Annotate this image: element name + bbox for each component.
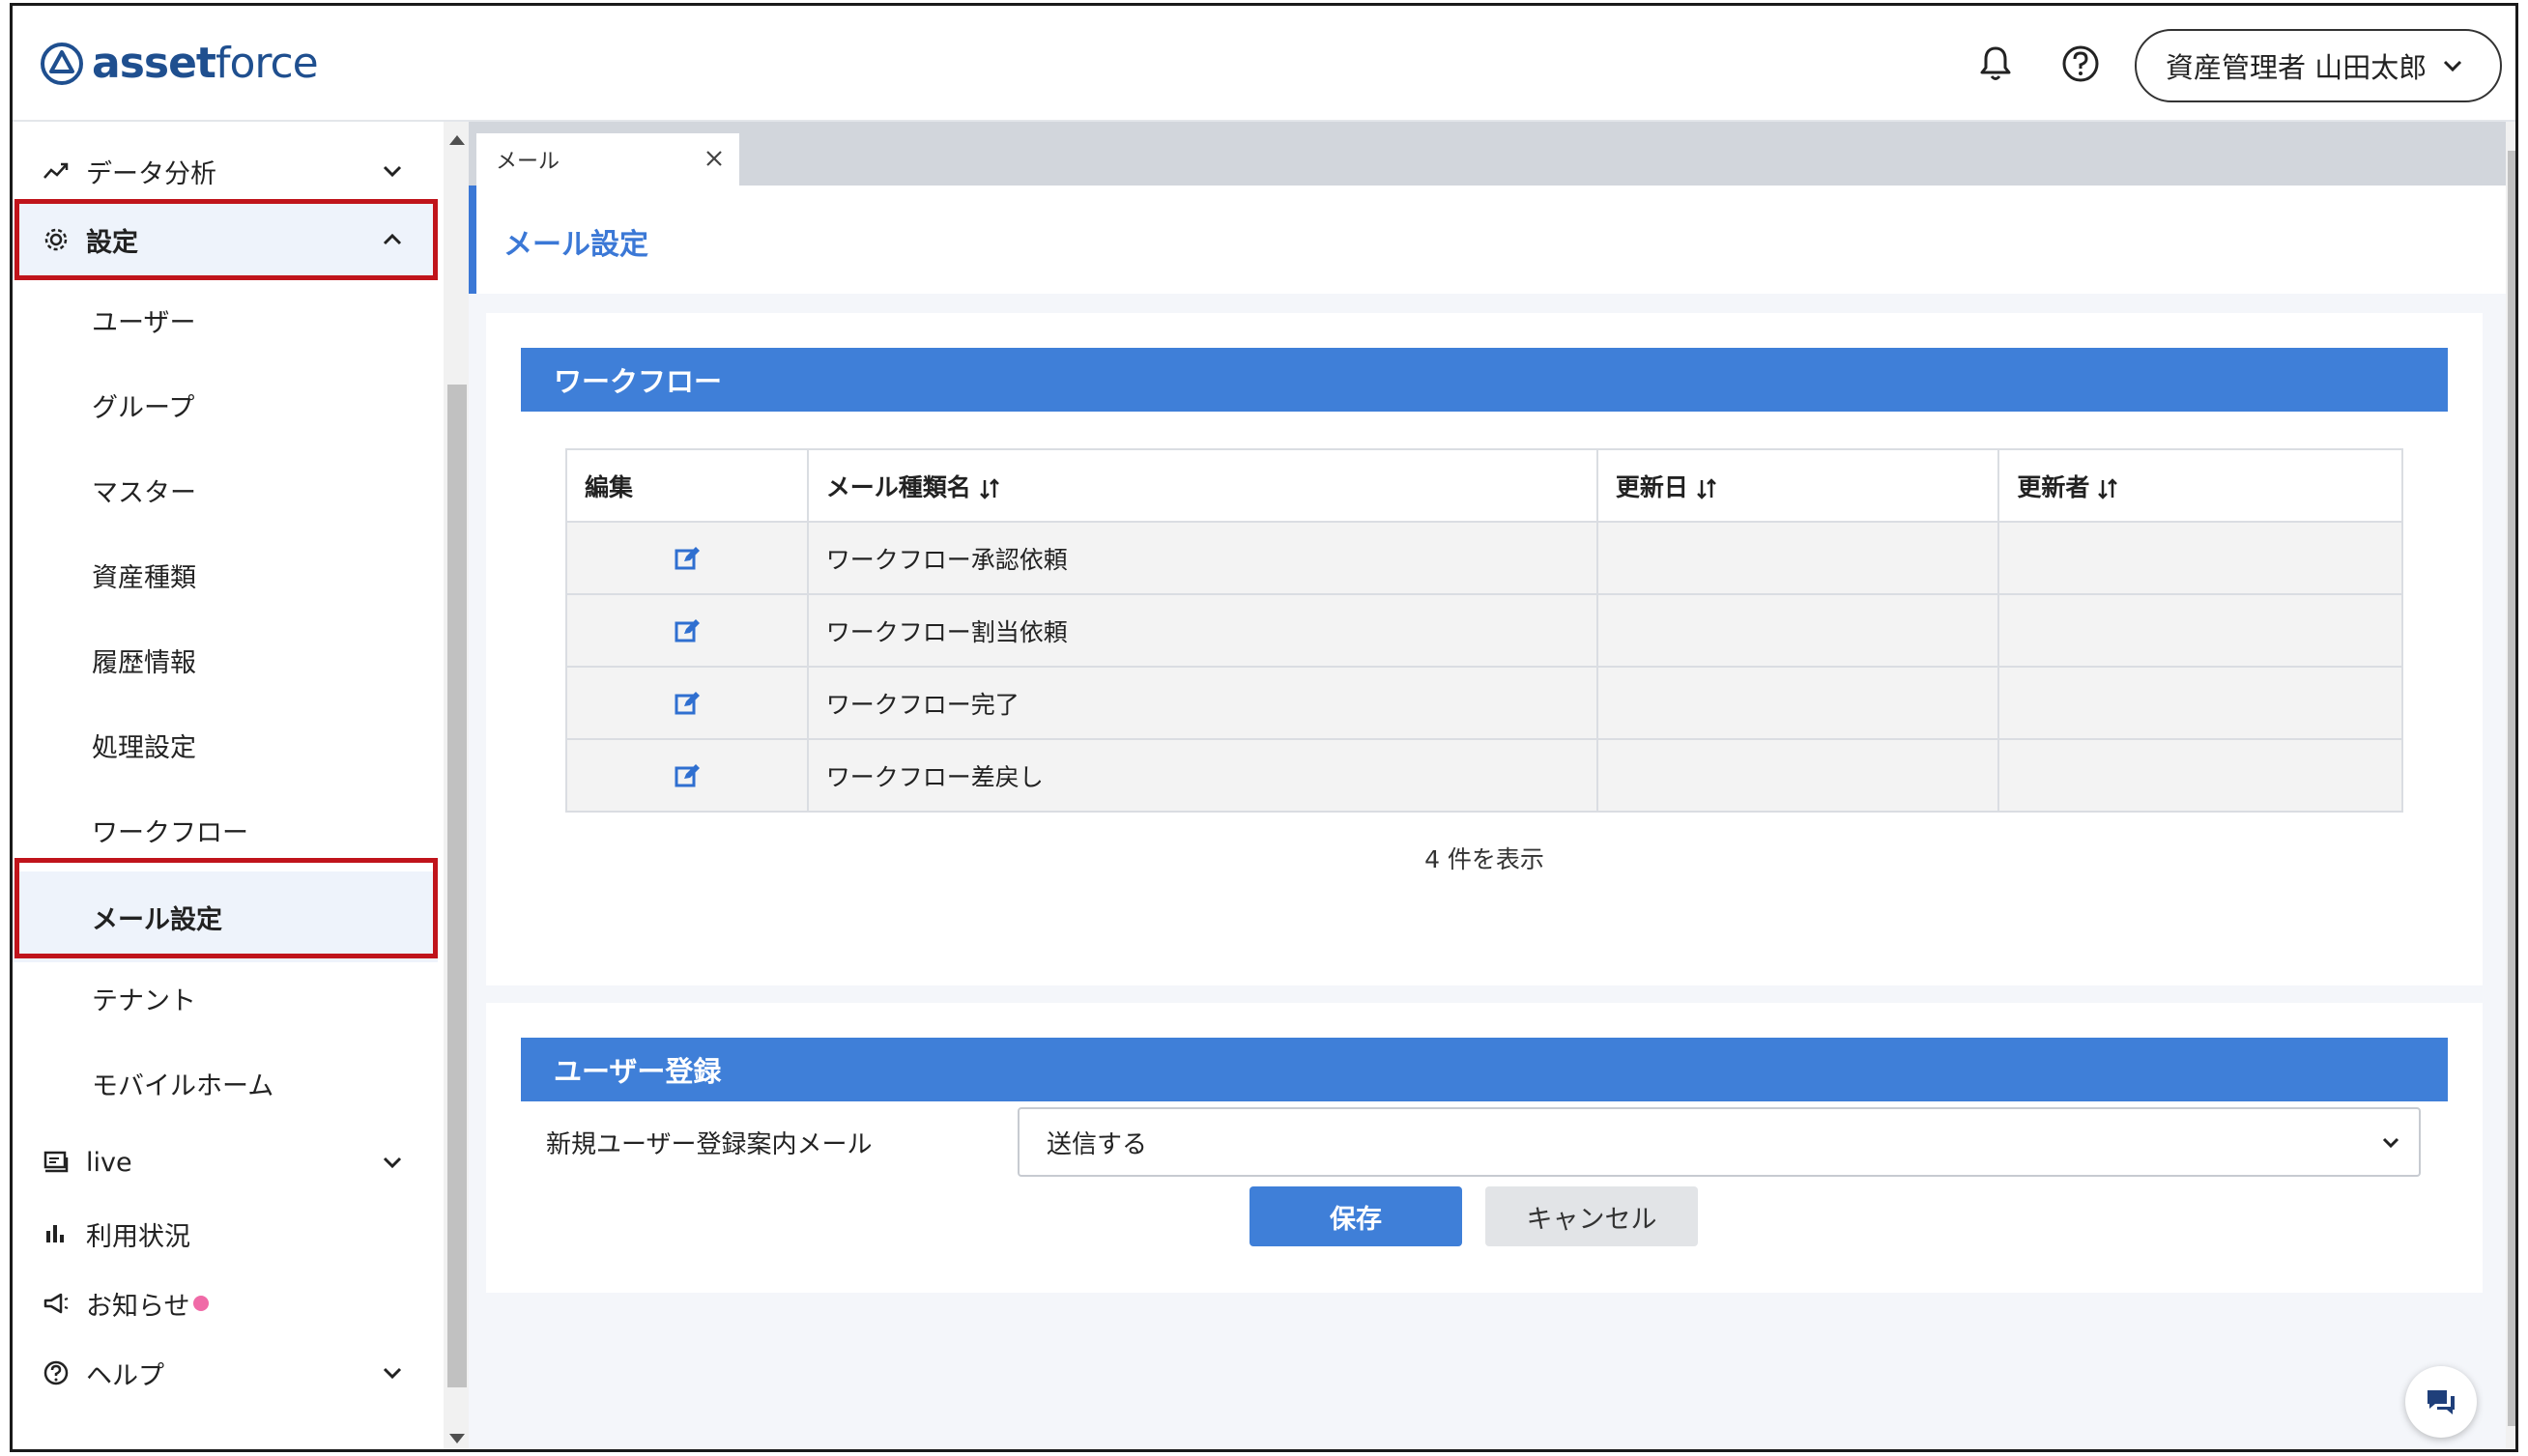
sidebar-item-data-analysis[interactable]: データ分析 bbox=[13, 141, 438, 201]
chevron-down-icon bbox=[383, 1156, 402, 1169]
edit-cell[interactable] bbox=[565, 738, 809, 813]
scroll-down-arrow-icon[interactable] bbox=[449, 1434, 465, 1443]
updated-date bbox=[1595, 666, 2000, 740]
col-updater[interactable]: 更新者 bbox=[1997, 448, 2403, 523]
mail-type-name: ワークフロー完了 bbox=[806, 666, 1598, 740]
updater bbox=[1997, 738, 2403, 813]
highlight-box-mail-settings bbox=[14, 858, 438, 958]
new-user-mail-select[interactable]: 送信する bbox=[1018, 1107, 2421, 1177]
select-value: 送信する bbox=[1047, 1129, 1148, 1159]
table-header-row: 編集 メール種類名 更新日 更新者 bbox=[565, 448, 2403, 523]
chevron-down-icon bbox=[2382, 1137, 2399, 1149]
updated-date bbox=[1595, 593, 2000, 668]
user-registration-card: ユーザー登録 新規ユーザー登録案内メール 送信する 保存 キャンセル bbox=[486, 1003, 2483, 1293]
sidebar-subitem-mobile-home[interactable]: モバイルホーム bbox=[13, 1049, 438, 1117]
edit-cell[interactable] bbox=[565, 666, 809, 740]
chat-icon bbox=[2427, 1390, 2455, 1414]
sidebar-item-label: ヘルプ bbox=[86, 1360, 164, 1391]
sort-icon[interactable] bbox=[2095, 476, 2120, 501]
user-menu-button[interactable]: 資産管理者 山田太郎 bbox=[2135, 29, 2502, 102]
table-row: ワークフロー完了 bbox=[565, 666, 2403, 740]
sidebar: データ分析 設定 ユーザー グループ マスター 資産種類 履歴情報 処理設定 ワ… bbox=[13, 122, 438, 1449]
sidebar-subitem-history[interactable]: 履歴情報 bbox=[13, 626, 438, 694]
user-registration-heading: ユーザー登録 bbox=[521, 1038, 2448, 1101]
updater bbox=[1997, 593, 2403, 668]
logo[interactable]: assetforce bbox=[40, 39, 319, 88]
sort-icon[interactable] bbox=[1694, 476, 1719, 501]
sidebar-scrollbar-thumb[interactable] bbox=[447, 385, 467, 1387]
record-count: 4 件を表示 bbox=[1424, 845, 1544, 873]
edit-icon[interactable] bbox=[673, 761, 702, 790]
edit-cell[interactable] bbox=[565, 521, 809, 595]
close-icon[interactable] bbox=[703, 147, 726, 170]
chevron-down-icon bbox=[383, 165, 402, 178]
new-user-mail-label: 新規ユーザー登録案内メール bbox=[546, 1130, 873, 1159]
col-mail-type[interactable]: メール種類名 bbox=[806, 448, 1598, 523]
help-icon[interactable] bbox=[2059, 43, 2102, 85]
sort-icon[interactable] bbox=[977, 476, 1002, 501]
updater bbox=[1997, 521, 2403, 595]
highlight-box-settings bbox=[14, 199, 438, 280]
sidebar-subitem-workflow[interactable]: ワークフロー bbox=[13, 796, 438, 864]
edit-icon[interactable] bbox=[673, 689, 702, 718]
workflow-mail-table: 編集 メール種類名 更新日 更新者 ワークフロー承認依頼 ワークフロー割当依頼 … bbox=[565, 448, 2403, 813]
user-name: 資産管理者 山田太郎 bbox=[2166, 51, 2427, 84]
updated-date bbox=[1595, 521, 2000, 595]
chart-line-icon bbox=[43, 162, 69, 179]
chevron-down-icon bbox=[383, 1367, 402, 1380]
table-row: ワークフロー割当依頼 bbox=[565, 593, 2403, 668]
updated-date bbox=[1595, 738, 2000, 813]
mail-type-name: ワークフロー承認依頼 bbox=[806, 521, 1598, 595]
sidebar-item-label: 利用状況 bbox=[86, 1221, 190, 1252]
sidebar-item-usage[interactable]: 利用状況 bbox=[13, 1202, 438, 1266]
tab-bar: メール bbox=[469, 122, 2506, 186]
notification-dot bbox=[193, 1296, 210, 1311]
megaphone-icon bbox=[43, 1293, 69, 1314]
table-row: ワークフロー承認依頼 bbox=[565, 521, 2403, 595]
sidebar-item-live[interactable]: live bbox=[13, 1130, 438, 1194]
main-content: メール メール設定 ワークフロー 編集 メール種類名 更新日 更新者 ワークフロ… bbox=[469, 122, 2506, 1449]
live-icon bbox=[43, 1151, 69, 1173]
scroll-up-arrow-icon[interactable] bbox=[449, 135, 465, 145]
sidebar-item-notices[interactable]: お知らせ bbox=[13, 1271, 438, 1335]
tab-label: メール bbox=[496, 150, 560, 174]
sidebar-subitem-groups[interactable]: グループ bbox=[13, 371, 438, 439]
app-header: assetforce 資産管理者 山田太郎 bbox=[13, 6, 2515, 122]
chat-button[interactable] bbox=[2405, 1366, 2477, 1438]
col-updated-date[interactable]: 更新日 bbox=[1595, 448, 2000, 523]
page-title: メール設定 bbox=[503, 228, 648, 262]
chevron-down-icon bbox=[2444, 60, 2462, 72]
asset-force-logo-icon bbox=[41, 42, 83, 85]
table-row: ワークフロー差戻し bbox=[565, 738, 2403, 813]
help-circle-icon bbox=[43, 1360, 69, 1385]
cancel-button[interactable]: キャンセル bbox=[1485, 1186, 1698, 1246]
bell-icon[interactable] bbox=[1974, 43, 2017, 85]
sidebar-subitem-users[interactable]: ユーザー bbox=[13, 286, 438, 354]
mail-type-name: ワークフロー割当依頼 bbox=[806, 593, 1598, 668]
page-title-bar: メール設定 bbox=[469, 186, 2506, 294]
col-edit: 編集 bbox=[565, 448, 809, 523]
app-window: assetforce 資産管理者 山田太郎 データ分析 設定 ユーザー グループ… bbox=[10, 3, 2518, 1452]
sidebar-subitem-processing[interactable]: 処理設定 bbox=[13, 711, 438, 779]
sidebar-subitem-tenant[interactable]: テナント bbox=[13, 964, 438, 1032]
updater bbox=[1997, 666, 2403, 740]
mail-type-name: ワークフロー差戻し bbox=[806, 738, 1598, 813]
sidebar-item-label: live bbox=[86, 1147, 132, 1178]
save-button[interactable]: 保存 bbox=[1250, 1186, 1462, 1246]
sidebar-item-help[interactable]: ヘルプ bbox=[13, 1341, 438, 1405]
bar-chart-icon bbox=[46, 1225, 64, 1242]
edit-cell[interactable] bbox=[565, 593, 809, 668]
edit-icon[interactable] bbox=[673, 544, 702, 573]
edit-icon[interactable] bbox=[673, 616, 702, 645]
workflow-card: ワークフロー 編集 メール種類名 更新日 更新者 ワークフロー承認依頼 ワークフ… bbox=[486, 313, 2483, 985]
main-scrollbar-thumb[interactable] bbox=[2508, 151, 2515, 1426]
workflow-section-heading: ワークフロー bbox=[521, 348, 2448, 412]
sidebar-subitem-master[interactable]: マスター bbox=[13, 456, 438, 524]
sidebar-subitem-asset-types[interactable]: 資産種類 bbox=[13, 541, 438, 609]
tab-mail[interactable]: メール bbox=[476, 133, 739, 186]
sidebar-item-label: データ分析 bbox=[86, 158, 216, 189]
logo-text: assetforce bbox=[92, 39, 319, 88]
sidebar-item-label: お知らせ bbox=[86, 1291, 190, 1322]
